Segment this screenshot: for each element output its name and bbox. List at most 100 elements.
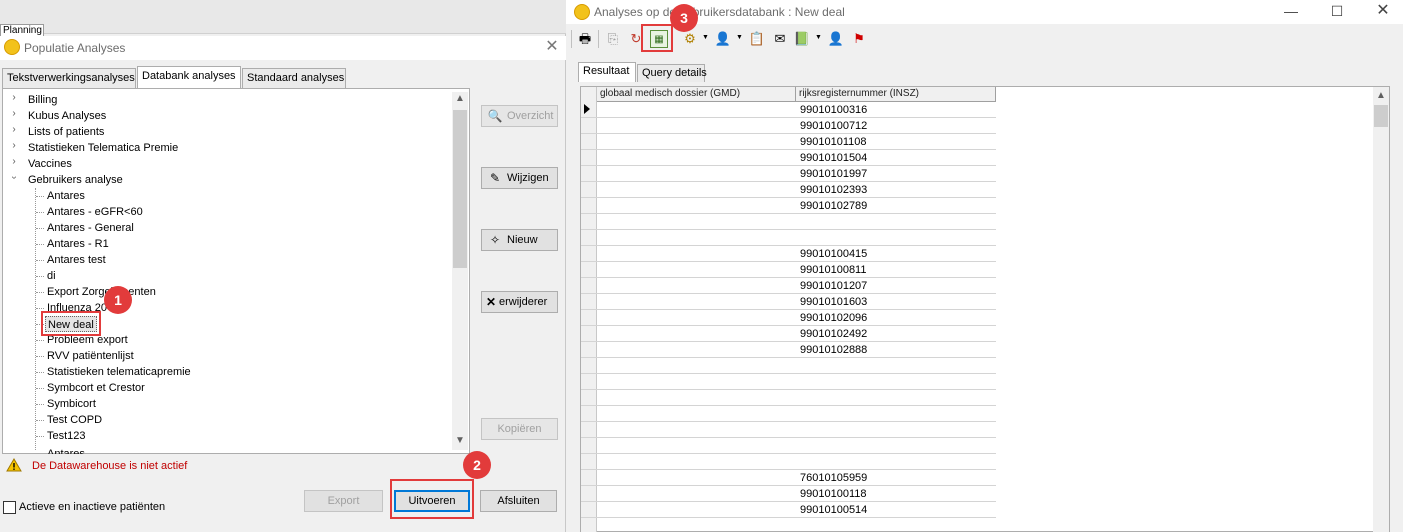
table-row[interactable] xyxy=(597,374,996,390)
tree-item[interactable]: Symbicort xyxy=(47,396,96,412)
tree-item-lists[interactable]: Lists of patients xyxy=(28,124,104,140)
tab-query-details[interactable]: Query details xyxy=(637,64,707,82)
kopieren-label: Kopiëren xyxy=(497,423,542,435)
tree-scroll-thumb[interactable] xyxy=(453,110,467,268)
active-inactive-checkbox[interactable] xyxy=(3,501,16,514)
tree-item[interactable]: Antares test xyxy=(47,252,106,268)
table-row[interactable] xyxy=(597,198,996,214)
scroll-down-icon[interactable]: ▼ xyxy=(452,435,468,449)
close-icon[interactable]: ✕ xyxy=(1360,0,1403,22)
tree-item[interactable]: Antares xyxy=(47,188,85,204)
mail-icon[interactable]: ✉ xyxy=(771,30,789,48)
tab-resultaat[interactable]: Resultaat xyxy=(578,62,636,82)
grid-scroll-thumb[interactable] xyxy=(1374,105,1388,127)
verwijderen-button[interactable]: ✕ erwijderer xyxy=(481,291,558,313)
user-check-icon[interactable]: 👤 xyxy=(827,30,845,48)
table-row[interactable] xyxy=(597,246,996,262)
close-icon[interactable]: ✕ xyxy=(544,38,560,56)
table-row[interactable] xyxy=(597,438,996,454)
print-icon[interactable]: 🖶 xyxy=(576,30,594,48)
table-row[interactable] xyxy=(597,166,996,182)
table-row[interactable] xyxy=(597,422,996,438)
table-row[interactable] xyxy=(597,310,996,326)
tab-standaard-analyses[interactable]: Standaard analyses xyxy=(242,68,346,88)
table-row[interactable] xyxy=(597,390,996,406)
tree-connector xyxy=(36,388,44,389)
chevron-right-icon[interactable]: › xyxy=(9,108,19,119)
maximize-icon[interactable]: ☐ xyxy=(1314,0,1360,22)
tree-item-billing[interactable]: Billing xyxy=(28,92,57,108)
gear-icon[interactable]: ⚙ xyxy=(681,30,699,48)
flag-icon[interactable]: ⚑ xyxy=(850,30,868,48)
dropdown-arrow-icon[interactable]: ▼ xyxy=(702,34,709,41)
afsluiten-button[interactable]: Afsluiten xyxy=(480,490,557,512)
minimize-icon[interactable]: — xyxy=(1268,0,1314,22)
column-header-gmd[interactable]: globaal medisch dossier (GMD) xyxy=(597,87,796,102)
table-row[interactable] xyxy=(597,134,996,150)
tree-item[interactable]: Symbcort et Crestor xyxy=(47,380,145,396)
tree-connector xyxy=(36,404,44,405)
table-row[interactable] xyxy=(597,470,996,486)
wijzigen-button[interactable]: ✎ Wijzigen xyxy=(481,167,558,189)
tree-item-statistieken[interactable]: Statistieken Telematica Premie xyxy=(28,140,178,156)
insz-cell: 99010100316 xyxy=(800,104,868,116)
chevron-right-icon[interactable]: › xyxy=(9,92,19,103)
table-row[interactable] xyxy=(597,406,996,422)
tree-item-gebruikers[interactable]: Gebruikers analyse xyxy=(28,172,123,188)
checklist-icon[interactable]: 📋 xyxy=(748,30,766,48)
table-row[interactable] xyxy=(597,358,996,374)
row-header-cell xyxy=(581,213,597,214)
table-row[interactable] xyxy=(597,342,996,358)
tree-item[interactable]: Test COPD xyxy=(47,412,102,428)
table-row[interactable] xyxy=(597,230,996,246)
tree-item[interactable]: Test123 xyxy=(47,428,86,444)
table-row[interactable] xyxy=(597,326,996,342)
tree-item[interactable]: RVV patiëntenlijst xyxy=(47,348,134,364)
tree-item[interactable]: di xyxy=(47,268,56,284)
notes-icon[interactable]: 📗 xyxy=(793,30,811,48)
tree-item-kubus[interactable]: Kubus Analyses xyxy=(28,108,106,124)
table-row[interactable] xyxy=(597,150,996,166)
table-row[interactable] xyxy=(597,454,996,470)
chevron-right-icon[interactable]: › xyxy=(9,156,19,167)
tree-item[interactable]: Antares - R1 xyxy=(47,236,109,252)
tree-item[interactable]: Antares - eGFR<60 xyxy=(47,204,143,220)
tree-item[interactable]: Antares - General xyxy=(47,220,134,236)
dropdown-arrow-icon[interactable]: ▼ xyxy=(736,34,743,41)
tree-item-vaccines[interactable]: Vaccines xyxy=(28,156,72,172)
row-header-cell xyxy=(581,165,597,166)
kopieren-button[interactable]: Kopiëren xyxy=(481,418,558,440)
scroll-up-icon[interactable]: ▲ xyxy=(452,93,468,107)
table-row[interactable] xyxy=(597,214,996,230)
tree-item[interactable]: Statistieken telematicapremie xyxy=(47,364,191,380)
tree-item[interactable]: Export Zorgelementen xyxy=(47,284,156,300)
table-row[interactable] xyxy=(597,102,996,118)
copy-icon[interactable]: ⎘ xyxy=(604,30,622,48)
row-header-cell xyxy=(581,277,597,278)
user-icon[interactable]: 👤 xyxy=(714,30,732,48)
tree-item-partial[interactable]: Antares xyxy=(47,446,85,454)
nieuw-button[interactable]: ✧ Nieuw xyxy=(481,229,558,251)
chevron-right-icon[interactable]: › xyxy=(9,140,19,151)
export-button[interactable]: Export xyxy=(304,490,383,512)
table-row[interactable] xyxy=(597,182,996,198)
insz-cell: 99010102492 xyxy=(800,328,868,340)
tab-tekstverwerkingsanalyses[interactable]: Tekstverwerkingsanalyses xyxy=(2,68,136,88)
table-row[interactable] xyxy=(597,118,996,134)
tab-planning[interactable]: Planning xyxy=(0,24,44,36)
dropdown-arrow-icon[interactable]: ▼ xyxy=(815,34,822,41)
tree-connector xyxy=(36,228,44,229)
grid-scrollbar[interactable] xyxy=(1373,87,1389,532)
table-row[interactable] xyxy=(597,278,996,294)
chevron-right-icon[interactable]: › xyxy=(9,124,19,135)
table-row[interactable] xyxy=(597,486,996,502)
tab-databank-analyses[interactable]: Databank analyses xyxy=(137,66,241,88)
scroll-up-icon[interactable]: ▲ xyxy=(1373,90,1389,101)
table-row[interactable] xyxy=(597,262,996,278)
overzicht-button[interactable]: 🔍 Overzicht xyxy=(481,105,558,127)
table-row[interactable] xyxy=(597,502,996,518)
delete-x-icon: ✕ xyxy=(485,295,497,310)
chevron-down-icon[interactable]: › xyxy=(9,173,20,183)
table-row[interactable] xyxy=(597,294,996,310)
column-header-insz[interactable]: rijksregisternummer (INSZ) xyxy=(796,87,996,102)
